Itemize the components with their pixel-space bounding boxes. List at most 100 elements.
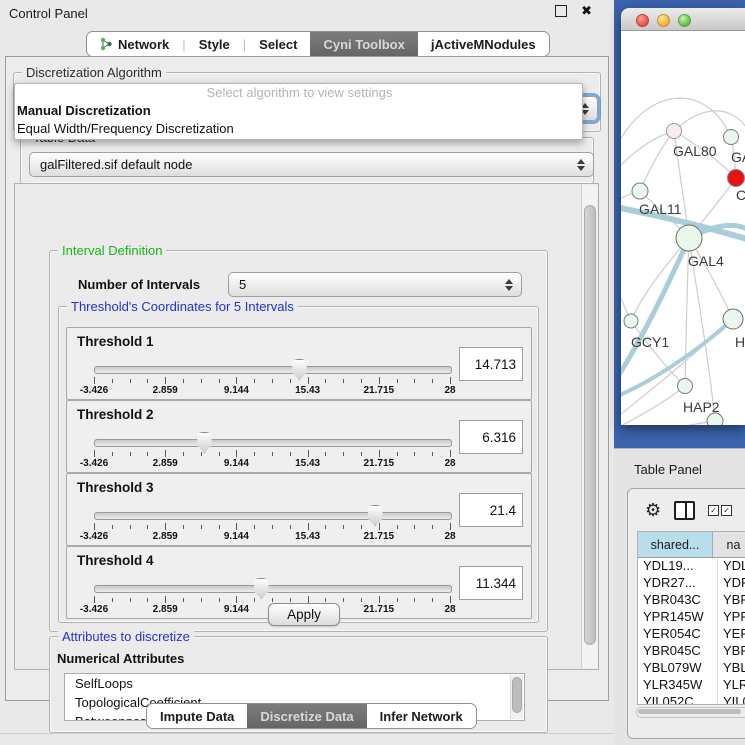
node-label-hap2: HAP2 [683, 399, 720, 415]
selection-mode-icons[interactable]: ✓ ✓ [708, 505, 732, 516]
gear-icon[interactable]: ⚙ [645, 501, 661, 519]
slider-tick-labels: -3.4262.8599.14415.4321.71528 [94, 458, 450, 469]
table-data-combobox[interactable]: galFiltered.sif default node [29, 152, 594, 177]
float-window-icon[interactable] [555, 5, 567, 17]
scrollbar-thumb[interactable] [638, 709, 741, 714]
slider-ticks [94, 377, 450, 385]
threshold-slider[interactable]: -3.4262.8599.14415.4321.71528 [94, 431, 450, 469]
cell-shared-name: YBR043C [638, 592, 718, 609]
threshold-slider[interactable]: -3.4262.8599.14415.4321.71528 [94, 504, 450, 542]
table-row[interactable]: YLR345WYLR34 [638, 677, 745, 694]
node-label-c: C [736, 187, 745, 203]
cyni-toolbox-panel: Discretization Algorithm Select algorith… [5, 56, 609, 701]
cell-name: YLR34 [718, 677, 745, 694]
number-of-intervals-spinner[interactable]: 5 [228, 272, 522, 297]
mac-zoom-button[interactable] [678, 14, 691, 27]
network-window-titlebar[interactable] [621, 8, 745, 31]
cell-name: YBL07 [718, 660, 745, 677]
node-label-gal80: GAL80 [673, 143, 717, 159]
thresholds-coordinates-group: Threshold's Coordinates for 5 Intervals … [58, 306, 539, 623]
threshold-value-field[interactable]: 6.316 [459, 420, 523, 454]
dropdown-option-manual-discretization[interactable]: Manual Discretization [15, 102, 582, 120]
mac-minimize-button[interactable] [657, 14, 670, 27]
tab-network[interactable]: Network [87, 32, 182, 56]
slider-track[interactable] [94, 366, 452, 374]
cell-shared-name: YER054C [638, 626, 718, 643]
table-horizontal-scrollbar[interactable] [636, 707, 745, 718]
tab-infer-network[interactable]: Infer Network [367, 704, 476, 728]
cell-name: YBR04 [718, 592, 745, 609]
table-row[interactable]: YER054CYER05 [638, 626, 745, 643]
table-row[interactable]: YBL079WYBL07 [638, 660, 745, 677]
threshold-row: Threshold 3 -3.4262.8599.14415.4321.7152… [66, 473, 532, 546]
attribute-list-scrollbar[interactable] [510, 675, 523, 719]
close-icon[interactable]: ✖ [581, 6, 592, 16]
table-row[interactable]: YIL052CYIL05 [638, 694, 745, 705]
tab-label: Infer Network [380, 709, 463, 724]
threshold-row: Threshold 2 -3.4262.8599.14415.4321.7152… [66, 400, 532, 473]
threshold-label: Threshold 3 [77, 480, 154, 495]
node-top-right [724, 130, 739, 145]
cell-name: YBR04 [718, 643, 745, 660]
table-row[interactable]: YBR043CYBR04 [638, 592, 745, 609]
slider-tick-labels: -3.4262.8599.14415.4321.71528 [94, 531, 450, 542]
table-row[interactable]: YDR27...YDR27 [638, 575, 745, 592]
node-label-gcy1: GCY1 [631, 334, 669, 350]
dropdown-placeholder-option[interactable]: Select algorithm to view settings [15, 84, 582, 102]
cell-name: YDL19 [718, 558, 745, 575]
top-tab-bar: Network|Style|SelectCyni ToolboxjActiveM… [86, 31, 550, 57]
screenshot-root: Control Panel ✖ Network|Style|SelectCyni… [0, 0, 745, 745]
node-gal11 [632, 183, 648, 199]
table-row[interactable]: YDL19...YDL19 [638, 558, 745, 575]
slider-ticks [94, 523, 450, 531]
cell-name: YDR27 [718, 575, 745, 592]
tab-impute-data[interactable]: Impute Data [147, 704, 247, 728]
slider-track[interactable] [94, 512, 452, 520]
dropdown-option-equal-width-frequency[interactable]: Equal Width/Frequency Discretization [15, 120, 582, 138]
settings-vertical-scrollbar[interactable] [581, 185, 597, 668]
scrollbar-thumb[interactable] [584, 205, 596, 645]
table-row[interactable]: YPR145WYPR14 [638, 609, 745, 626]
tab-select[interactable]: Select [246, 32, 310, 56]
attribute-list-item[interactable]: SelfLoops [65, 674, 524, 693]
tab-label: Cyni Toolbox [323, 37, 404, 52]
settings-scrollpane: Interval Definition Number of Intervals … [14, 183, 599, 670]
table-row[interactable]: YBR045CYBR04 [638, 643, 745, 660]
slider-track[interactable] [94, 439, 452, 447]
slider-track[interactable] [94, 585, 452, 593]
apply-button[interactable]: Apply [268, 603, 340, 626]
column-header-shared-name[interactable]: shared... [638, 532, 713, 557]
mac-close-button[interactable] [636, 14, 649, 27]
split-columns-icon[interactable] [674, 501, 695, 520]
slider-ticks [94, 450, 450, 458]
node-gal4 [676, 225, 702, 251]
cell-shared-name: YDL19... [638, 558, 718, 575]
control-panel-window: Control Panel ✖ Network|Style|SelectCyni… [0, 0, 614, 745]
tab-discretize-data[interactable]: Discretize Data [247, 704, 366, 728]
interval-definition-group: Interval Definition Number of Intervals … [49, 250, 548, 632]
threshold-value-field[interactable]: 14.713 [459, 347, 523, 381]
threshold-slider[interactable]: -3.4262.8599.14415.4321.71528 [94, 358, 450, 396]
checkbox-icon: ✓ [721, 505, 732, 516]
table-data-combobox-value: galFiltered.sif default node [40, 157, 192, 172]
bottom-tab-bar: Impute DataDiscretize Data Infer Network [146, 703, 477, 729]
threshold-value-field[interactable]: 21.4 [459, 493, 523, 527]
algorithm-group-title: Discretization Algorithm [22, 65, 166, 80]
tab-jactivemnodules[interactable]: jActiveMNodules [418, 32, 549, 56]
network-icon [100, 37, 113, 51]
column-header-name[interactable]: na [713, 532, 745, 557]
network-canvas[interactable]: GAL80GACGAL11GAL4GCY1HHAP2 [621, 31, 745, 425]
cell-shared-name: YBR045C [638, 643, 718, 660]
slider-tick-labels: -3.4262.8599.14415.4321.71528 [94, 385, 450, 396]
tab-cyni-toolbox[interactable]: Cyni Toolbox [310, 32, 417, 56]
cell-shared-name: YIL052C [638, 694, 718, 705]
tab-label: Select [259, 37, 297, 52]
node-gcy1 [624, 314, 638, 328]
table-data-group: Table Data galFiltered.sif default node [20, 137, 594, 184]
cell-shared-name: YPR145W [638, 609, 718, 626]
tab-label: jActiveMNodules [431, 37, 536, 52]
threshold-label: Threshold 2 [77, 407, 154, 422]
attributes-group-title: Attributes to discretize [58, 629, 194, 644]
tab-style[interactable]: Style [186, 32, 243, 56]
threshold-value-field[interactable]: 11.344 [459, 566, 523, 600]
